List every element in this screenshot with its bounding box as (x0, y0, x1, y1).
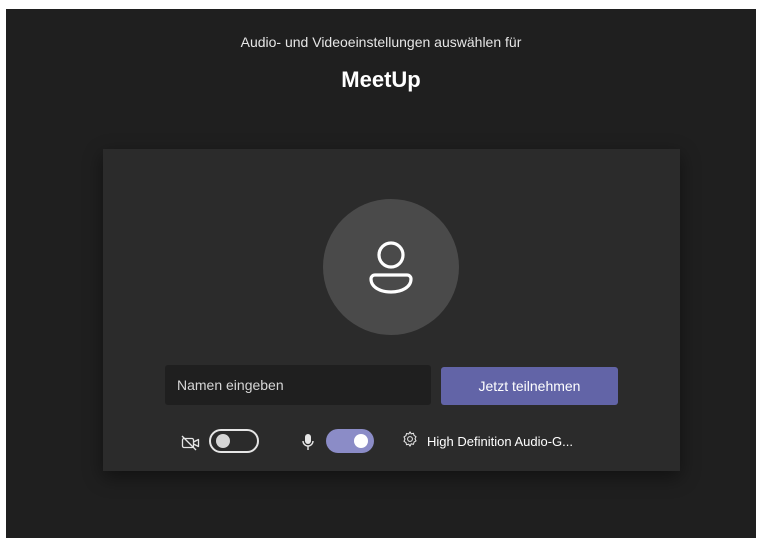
microphone-icon (301, 433, 315, 456)
camera-off-icon (181, 435, 201, 456)
camera-toggle[interactable] (209, 429, 259, 453)
avatar (323, 199, 459, 335)
toggle-knob (354, 434, 368, 448)
toggle-knob (216, 434, 230, 448)
device-controls: High Definition Audio-G... (103, 429, 680, 459)
join-now-button[interactable]: Jetzt teilnehmen (441, 367, 618, 405)
device-settings-button[interactable]: High Definition Audio-G... (401, 429, 573, 453)
person-icon (369, 241, 413, 294)
settings-subtitle: Audio- und Videoeinstellungen auswählen … (240, 34, 522, 50)
preview-card: Jetzt teilnehmen (103, 149, 680, 471)
audio-device-label: High Definition Audio-G... (427, 433, 573, 449)
meeting-title: MeetUp (341, 67, 421, 92)
gear-icon (401, 430, 419, 453)
microphone-toggle[interactable] (326, 429, 374, 453)
name-input[interactable] (165, 365, 431, 405)
pre-join-window: Audio- und Videoeinstellungen auswählen … (6, 9, 756, 538)
